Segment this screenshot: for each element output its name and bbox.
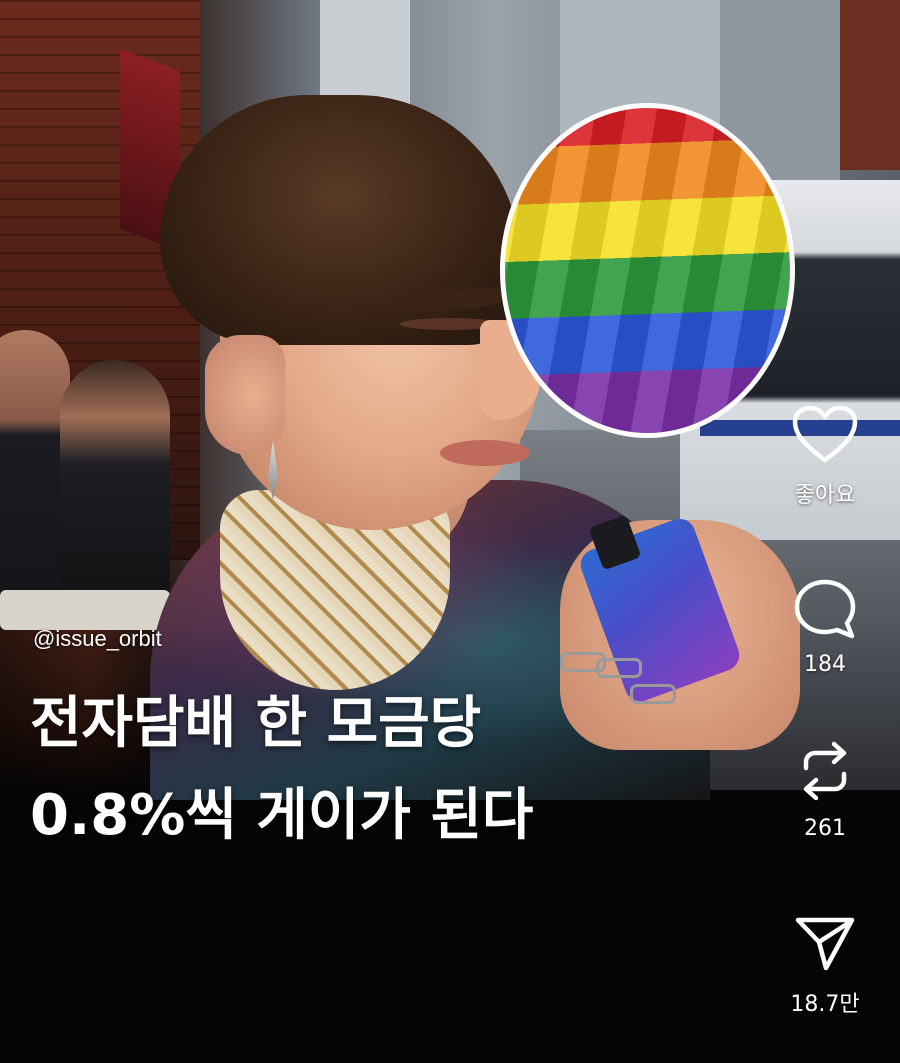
comment-button[interactable]: 184 bbox=[770, 578, 880, 677]
cafe-patron bbox=[60, 360, 170, 620]
comment-count: 184 bbox=[804, 652, 846, 677]
repost-count: 261 bbox=[804, 816, 846, 841]
like-button[interactable]: 좋아요 bbox=[770, 405, 880, 509]
post-photo[interactable] bbox=[0, 0, 900, 800]
like-label: 좋아요 bbox=[794, 483, 856, 508]
building bbox=[840, 0, 900, 170]
share-button[interactable]: 18.7만 bbox=[770, 912, 880, 1018]
flag-wave-shading bbox=[505, 108, 790, 433]
post-headline: 전자담배 한 모금당 0.8%씩 게이가 된다 bbox=[30, 678, 730, 862]
share-count: 18.7만 bbox=[790, 992, 860, 1017]
ring bbox=[596, 658, 642, 678]
repost-arrows-icon bbox=[803, 741, 847, 801]
heart-icon bbox=[792, 405, 858, 463]
lips bbox=[440, 440, 530, 466]
author-handle[interactable]: @issue_orbit bbox=[33, 626, 162, 652]
send-paper-plane-icon bbox=[795, 917, 855, 971]
headline-line-2: 0.8%씩 게이가 된다 bbox=[30, 783, 534, 848]
headline-line-1: 전자담배 한 모금당 bbox=[30, 691, 482, 756]
repost-button[interactable]: 261 bbox=[770, 738, 880, 841]
man-ear bbox=[205, 335, 285, 455]
rainbow-flag-badge bbox=[500, 103, 795, 438]
post-viewer: @issue_orbit 전자담배 한 모금당 0.8%씩 게이가 된다 좋아요… bbox=[0, 0, 900, 1063]
comment-bubble-icon bbox=[794, 579, 856, 639]
cafe-table bbox=[0, 590, 170, 630]
